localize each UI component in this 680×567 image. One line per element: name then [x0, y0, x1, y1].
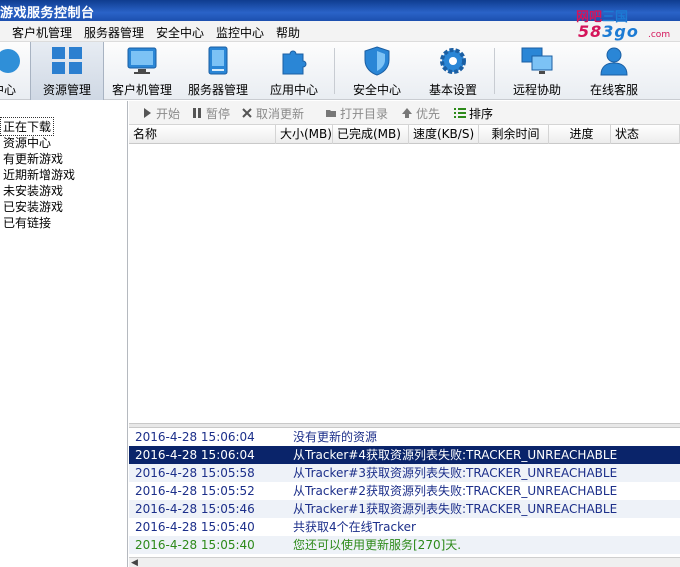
watermark-domain: .com	[648, 30, 671, 40]
cancel-update-button[interactable]: 取消更新	[241, 105, 304, 122]
start-button[interactable]: 开始	[141, 105, 180, 122]
log-timestamp: 2016-4-28 15:05:40	[135, 520, 255, 534]
log-row[interactable]: 2016-4-28 15:05:40 您还可以使用更新服务[270]天.	[129, 536, 680, 554]
partial-icon	[0, 49, 20, 73]
toolbar-client-management[interactable]: 客户机管理	[106, 42, 178, 100]
log-message: 没有更新的资源	[293, 430, 378, 444]
log-message: 从Tracker#3获取资源列表失败:TRACKER_UNREACHABLE	[293, 466, 618, 480]
download-table-header: 名称 大小(MB) 已完成(MB) 速度(KB/S) 剩余时间 进度 状态	[129, 125, 680, 144]
toolbar-resource-management[interactable]: 资源管理	[30, 42, 104, 100]
tree-item-resource-center[interactable]: 资源中心	[1, 134, 53, 151]
tree-item-existing-links[interactable]: 已有链接	[1, 214, 53, 231]
window-title: 游戏服务控制台	[0, 6, 95, 21]
user-support-icon	[600, 47, 628, 76]
open-directory-button[interactable]: 打开目录	[325, 105, 388, 122]
log-row[interactable]: 2016-4-28 15:05:46 从Tracker#1获取资源列表失败:TRA…	[129, 500, 680, 518]
watermark-line2: 583go	[578, 22, 639, 41]
main-toolbar: 中心 资源管理 客户机管理 服务器管理 应用中心	[0, 42, 680, 100]
log-row[interactable]: 2016-4-28 15:06:04 没有更新的资源	[129, 428, 680, 446]
toolbar-separator	[334, 48, 335, 94]
toolbar-application-center[interactable]: 应用中心	[258, 42, 330, 100]
log-timestamp: 2016-4-28 15:05:58	[135, 466, 255, 480]
close-icon	[242, 108, 252, 118]
horizontal-scrollbar[interactable]: ◀	[129, 557, 680, 567]
log-row[interactable]: 2016-4-28 15:05:58 从Tracker#3获取资源列表失败:TRA…	[129, 464, 680, 482]
monitor-icon	[127, 47, 157, 74]
log-timestamp: 2016-4-28 15:05:46	[135, 502, 255, 516]
toolbar-remote-assistance[interactable]: 远程协助	[500, 42, 574, 100]
toolbar-security-center[interactable]: 安全中心	[340, 42, 414, 100]
tree-item-updated-games[interactable]: 有更新游戏	[1, 150, 65, 167]
tree-item-installed-games[interactable]: 已安装游戏	[1, 198, 65, 215]
tree-item-recent-games[interactable]: 近期新增游戏	[1, 166, 77, 183]
log-message: 您还可以使用更新服务[270]天.	[293, 538, 462, 552]
column-speed[interactable]: 速度(KB/S)	[409, 125, 479, 144]
toolbar-partial-center[interactable]: 中心	[0, 42, 26, 100]
action-bar: 开始 暂停 取消更新 打开目录 优先 排序	[129, 101, 680, 125]
log-message: 从Tracker#4获取资源列表失败:TRACKER_UNREACHABLE	[293, 448, 618, 462]
puzzle-icon	[282, 50, 307, 75]
menu-client-management[interactable]: 客户机管理	[12, 24, 72, 41]
gear-icon	[440, 48, 466, 74]
log-timestamp: 2016-4-28 15:05:52	[135, 484, 255, 498]
menu-security-center[interactable]: 安全中心	[156, 24, 204, 41]
menu-monitor-center[interactable]: 监控中心	[216, 24, 264, 41]
log-message: 从Tracker#1获取资源列表失败:TRACKER_UNREACHABLE	[293, 502, 618, 516]
priority-button[interactable]: 优先	[401, 105, 440, 122]
watermark-logo: 网吧三国 583go .com	[574, 4, 678, 44]
log-message: 从Tracker#2获取资源列表失败:TRACKER_UNREACHABLE	[293, 484, 618, 498]
remote-screens-icon	[521, 47, 553, 74]
log-timestamp: 2016-4-28 15:06:04	[135, 448, 255, 462]
tree-item-uninstalled-games[interactable]: 未安装游戏	[1, 182, 65, 199]
toolbar-online-support[interactable]: 在线客服	[576, 42, 652, 100]
log-panel: 2016-4-28 15:06:04 没有更新的资源 2016-4-28 15:06…	[129, 428, 680, 557]
download-table-body[interactable]	[129, 144, 680, 423]
scroll-left-icon[interactable]: ◀	[131, 558, 138, 567]
column-name[interactable]: 名称	[129, 125, 276, 144]
pause-button[interactable]: 暂停	[191, 105, 230, 122]
server-icon	[208, 46, 228, 75]
menu-help[interactable]: 帮助	[276, 24, 300, 41]
shield-icon	[364, 46, 390, 76]
column-remaining-time[interactable]: 剩余时间	[479, 125, 549, 144]
menu-server-management[interactable]: 服务器管理	[84, 24, 144, 41]
pause-icon	[193, 108, 201, 118]
log-timestamp: 2016-4-28 15:06:04	[135, 430, 255, 444]
sort-button[interactable]: 排序	[454, 105, 493, 122]
folder-icon	[326, 110, 336, 117]
log-timestamp: 2016-4-28 15:05:40	[135, 538, 255, 552]
grid-icon	[52, 47, 82, 74]
log-row[interactable]: 2016-4-28 15:06:04 从Tracker#4获取资源列表失败:TRA…	[129, 446, 680, 464]
column-progress[interactable]: 进度	[549, 125, 611, 144]
arrow-up-icon	[402, 108, 412, 118]
log-row[interactable]: 2016-4-28 15:05:52 从Tracker#2获取资源列表失败:TRA…	[129, 482, 680, 500]
toolbar-separator	[494, 48, 495, 94]
column-size[interactable]: 大小(MB)	[276, 125, 333, 144]
resource-tree: 正在下载 资源中心 有更新游戏 近期新增游戏 未安装游戏 已安装游戏 已有链接	[0, 101, 128, 567]
log-row[interactable]: 2016-4-28 15:05:40 共获取4个在线Tracker	[129, 518, 680, 536]
sort-list-icon	[454, 108, 466, 118]
toolbar-basic-settings[interactable]: 基本设置	[416, 42, 490, 100]
column-completed[interactable]: 已完成(MB)	[333, 125, 409, 144]
log-message: 共获取4个在线Tracker	[293, 520, 416, 534]
toolbar-server-management[interactable]: 服务器管理	[180, 42, 256, 100]
play-icon	[144, 108, 151, 118]
column-status[interactable]: 状态	[611, 125, 680, 144]
